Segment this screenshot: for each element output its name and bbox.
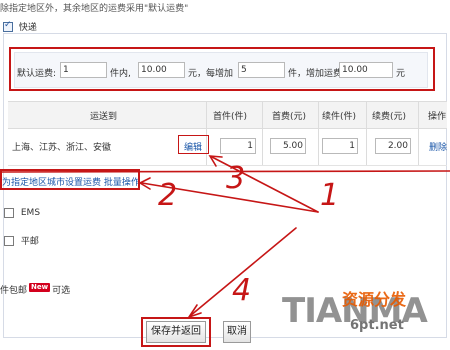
new-badge: New	[29, 283, 51, 292]
row-region: 上海、江苏、浙江、安徽	[12, 143, 112, 153]
row-add-qty-input[interactable]: 1	[322, 138, 358, 154]
watermark-url: 6pt.net	[350, 318, 404, 333]
shipping-note: 除指定地区外，其余地区的运费采用"默认运费"	[0, 4, 189, 14]
express-label: 快递	[18, 23, 37, 33]
table-divider	[366, 101, 367, 165]
row-first-fee-input[interactable]: 5.00	[270, 138, 306, 154]
header-first-qty: 首件(件)	[213, 112, 248, 122]
free-shipping-label: 件包邮	[0, 286, 28, 296]
free-shipping-row: 件包邮 New 可选	[0, 283, 70, 296]
annotation-box-defaults	[9, 47, 435, 91]
ems-checkbox[interactable]	[4, 208, 14, 218]
table-divider	[206, 101, 207, 165]
header-destination: 运送到	[90, 112, 118, 122]
post-checkbox[interactable]	[4, 235, 14, 246]
post-option[interactable]: 平邮	[4, 234, 39, 247]
header-add-fee: 续费(元)	[372, 112, 407, 122]
delete-row-link[interactable]: 删除	[429, 140, 447, 153]
table-divider	[318, 101, 319, 165]
optional-label: 可选	[52, 286, 71, 296]
table-divider	[418, 101, 419, 165]
annotation-box-save	[141, 317, 211, 347]
cancel-button[interactable]: 取消	[223, 321, 251, 343]
table-divider	[262, 101, 263, 165]
watermark-cn: 资源分发	[342, 290, 407, 309]
ems-label: EMS	[20, 208, 41, 218]
ems-option[interactable]: EMS	[4, 208, 40, 219]
row-add-fee-input[interactable]: 2.00	[375, 138, 411, 154]
express-option[interactable]: 快递	[3, 20, 37, 33]
row-first-qty-input[interactable]: 1	[220, 138, 256, 154]
header-add-qty: 续件(件)	[322, 112, 357, 122]
annotation-box-edit	[178, 135, 209, 154]
header-first-fee: 首费(元)	[272, 112, 307, 122]
post-label: 平邮	[20, 237, 39, 247]
express-checkbox[interactable]	[3, 20, 13, 32]
annotation-box-batch	[0, 169, 140, 190]
header-action: 操作	[428, 112, 447, 122]
